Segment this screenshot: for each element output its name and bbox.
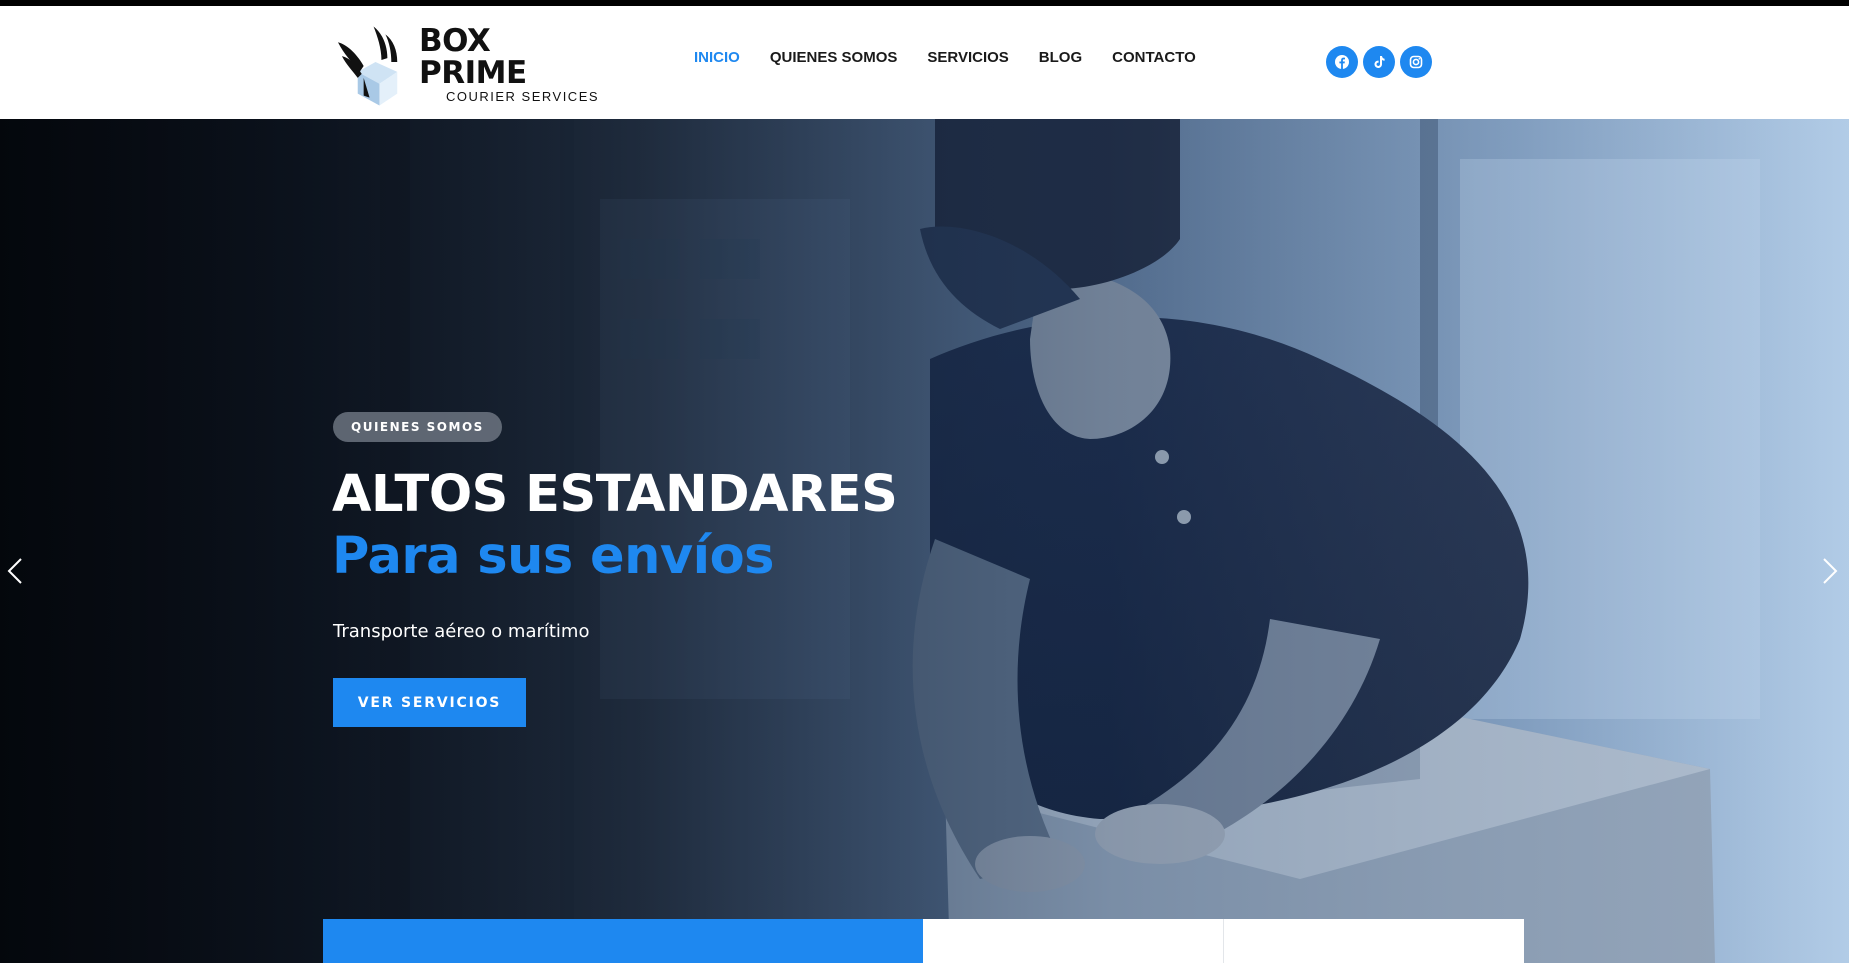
site-header: BOX PRIME COURIER SERVICES INICIO QUIENE… — [0, 6, 1849, 119]
ver-servicios-button[interactable]: VER SERVICIOS — [333, 678, 526, 727]
instagram-link[interactable] — [1400, 46, 1432, 78]
courier-packing-box-photo — [0, 119, 1849, 963]
main-nav: INICIO QUIENES SOMOS SERVICIOS BLOG CONT… — [694, 49, 1196, 66]
hero-slider: QUIENES SOMOS ALTOS ESTANDARES Para sus … — [0, 119, 1849, 963]
slider-next-button[interactable] — [1815, 551, 1845, 591]
hero-subtitle: Para sus envíos — [332, 527, 775, 586]
hero-description: Transporte aéreo o marítimo — [333, 621, 590, 642]
slider-prev-button[interactable] — [0, 551, 30, 591]
feature-card-primary — [323, 919, 923, 963]
hero-title: ALTOS ESTANDARES — [332, 465, 898, 524]
social-links — [1326, 46, 1432, 78]
brand-logo[interactable]: BOX PRIME COURIER SERVICES — [336, 20, 606, 110]
nav-item-inicio[interactable]: INICIO — [694, 49, 740, 66]
nav-item-blog[interactable]: BLOG — [1039, 49, 1082, 66]
tiktok-link[interactable] — [1363, 46, 1395, 78]
facebook-link[interactable] — [1326, 46, 1358, 78]
feature-card-tertiary — [1223, 919, 1524, 963]
chevron-right-icon — [1823, 558, 1838, 584]
nav-item-quienes-somos[interactable]: QUIENES SOMOS — [770, 49, 898, 66]
feature-card-secondary — [923, 919, 1223, 963]
nav-item-contacto[interactable]: CONTACTO — [1112, 49, 1196, 66]
chevron-left-icon — [7, 558, 22, 584]
nav-item-servicios[interactable]: SERVICIOS — [927, 49, 1008, 66]
brand-tagline: COURIER SERVICES — [445, 89, 600, 104]
winged-box-logo-icon — [337, 26, 398, 106]
brand-name: BOX PRIME — [419, 23, 527, 91]
hero-badge: QUIENES SOMOS — [333, 412, 502, 442]
feature-cards-strip — [323, 919, 1524, 963]
tiktok-icon — [1374, 56, 1385, 68]
facebook-icon — [1335, 55, 1349, 69]
instagram-icon — [1409, 55, 1423, 69]
